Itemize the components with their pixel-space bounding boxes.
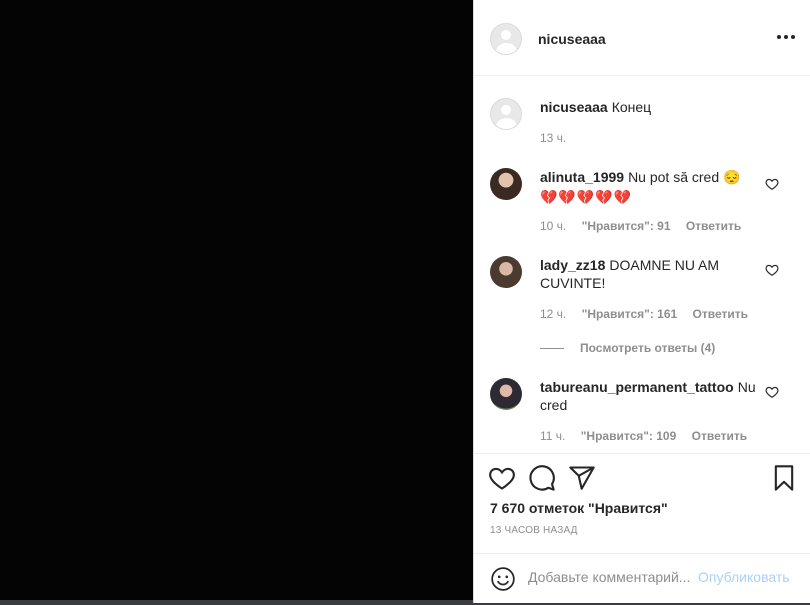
comment-username[interactable]: alinuta_1999	[540, 169, 624, 185]
comment-time[interactable]: 10 ч.	[540, 219, 566, 233]
comment-input[interactable]	[528, 567, 692, 587]
caption-text: Конец	[611, 99, 652, 115]
post-actions: 7 670 отметок "Нравится" 13 ЧАСОВ НАЗАД	[474, 453, 810, 553]
bookmark-icon[interactable]	[770, 464, 798, 492]
commenter-avatar[interactable]	[490, 378, 522, 410]
add-comment-bar: Опубликовать	[474, 553, 810, 603]
reply-button[interactable]: Ответить	[693, 307, 748, 321]
post-side-panel: nicuseaaa nicuseaaa Конец 13 ч. alinuta_1…	[473, 0, 810, 603]
comment-text-block: tabureanu_permanent_tattoo Nu cred	[540, 378, 756, 414]
comment-icon[interactable]	[528, 464, 556, 492]
comment-time[interactable]: 12 ч.	[540, 307, 566, 321]
comment-like-heart-icon[interactable]	[765, 177, 779, 191]
share-icon[interactable]	[568, 464, 596, 492]
author-avatar[interactable]	[490, 23, 522, 55]
comment-text-extra: 💔💔💔💔💔	[540, 189, 633, 205]
comment-meta: 11 ч. "Нравится": 109 Ответить	[540, 429, 759, 443]
post-media[interactable]	[0, 0, 473, 605]
commenter-avatar[interactable]	[490, 168, 522, 200]
comment-like-heart-icon[interactable]	[765, 385, 779, 399]
post-header: nicuseaaa	[474, 0, 810, 76]
reply-button[interactable]: Ответить	[692, 429, 747, 443]
comment-username[interactable]: tabureanu_permanent_tattoo	[540, 379, 734, 395]
reply-button[interactable]: Ответить	[686, 219, 741, 233]
heart-icon[interactable]	[488, 464, 516, 492]
view-replies-label: Посмотреть ответы (4)	[580, 341, 716, 355]
post-time[interactable]: 13 ЧАСОВ НАЗАД	[490, 525, 578, 536]
comment-text: Nu pot să cred 😔	[628, 169, 741, 185]
comment-likes[interactable]: "Нравится": 109	[581, 429, 677, 443]
comment-username[interactable]: lady_zz18	[540, 257, 605, 273]
emoji-icon[interactable]	[490, 566, 516, 592]
comment-text-block: alinuta_1999 Nu pot să cred 😔 💔💔💔💔💔	[540, 168, 755, 206]
caption-text-block: nicuseaaa Конец	[540, 98, 755, 116]
comment-likes[interactable]: "Нравится": 161	[582, 307, 678, 321]
view-replies-divider	[540, 348, 564, 350]
caption-username[interactable]: nicuseaaa	[540, 99, 608, 115]
comments-list[interactable]: nicuseaaa Конец 13 ч. alinuta_1999 Nu pot …	[474, 77, 810, 453]
commenter-avatar[interactable]	[490, 256, 522, 288]
caption-time[interactable]: 13 ч.	[540, 131, 566, 145]
comment-likes[interactable]: "Нравится": 91	[582, 219, 671, 233]
comment-like-heart-icon[interactable]	[765, 263, 779, 277]
post-comment-button[interactable]: Опубликовать	[698, 569, 790, 585]
likes-count[interactable]: 7 670 отметок "Нравится"	[490, 500, 668, 516]
more-horizontal-icon[interactable]	[777, 32, 795, 42]
author-username[interactable]: nicuseaaa	[538, 31, 606, 47]
comment-meta: 10 ч. "Нравится": 91 Ответить	[540, 219, 753, 233]
caption-avatar[interactable]	[490, 98, 522, 130]
caption-meta: 13 ч.	[540, 131, 578, 145]
comment-meta: 12 ч. "Нравится": 161 Ответить	[540, 307, 760, 321]
comment-text-block: lady_zz18 DOAMNE NU AM CUVINTE!	[540, 256, 730, 292]
comment-time[interactable]: 11 ч.	[540, 429, 565, 443]
view-replies-button[interactable]: Посмотреть ответы (4)	[540, 341, 715, 355]
